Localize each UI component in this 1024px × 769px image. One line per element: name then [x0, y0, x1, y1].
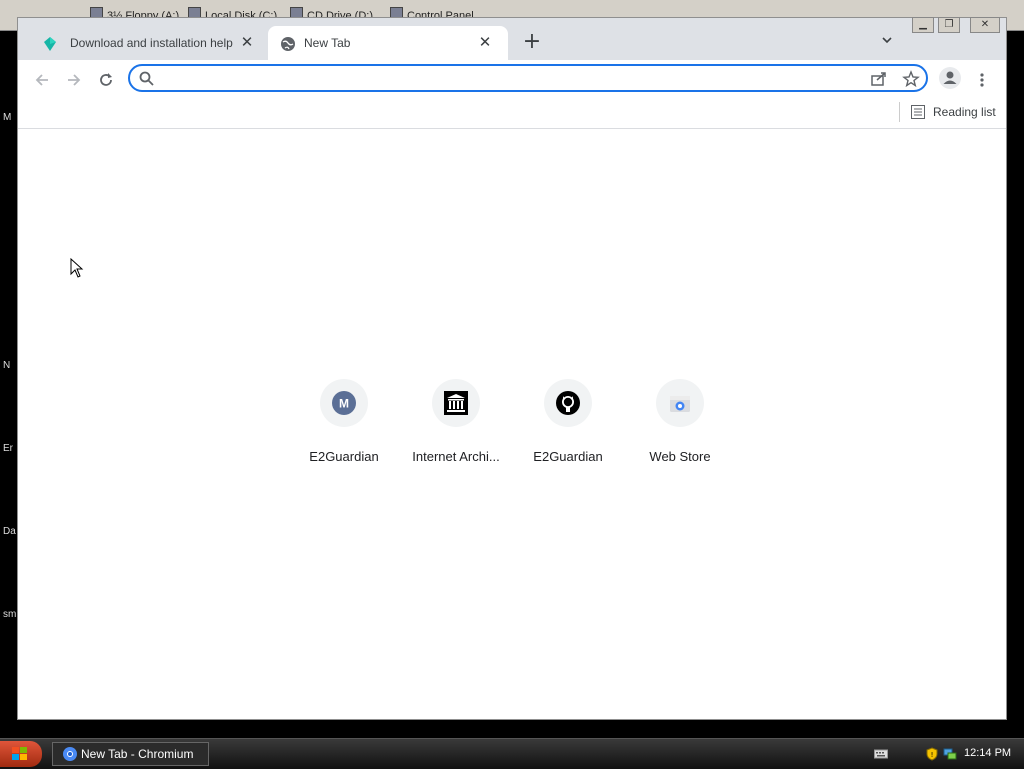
profile-button[interactable]	[937, 66, 963, 92]
tab-new-tab[interactable]: New Tab ✕	[268, 26, 508, 60]
tab-strip: Download and installation help ✕ New Tab…	[18, 17, 1006, 60]
svg-text:M: M	[339, 397, 349, 411]
svg-text:!: !	[931, 751, 934, 759]
back-arrow-icon	[35, 74, 48, 86]
shortcut-tile[interactable]: M E2Guardian	[288, 379, 400, 479]
shortcut-icon-circle	[656, 379, 704, 427]
share-icon[interactable]	[870, 70, 888, 88]
bookmark-star-icon[interactable]	[902, 70, 920, 88]
chromium-icon	[63, 747, 77, 761]
tab-favicon-icon	[44, 37, 56, 51]
network-icon[interactable]	[943, 747, 957, 761]
toolbar	[18, 60, 1006, 98]
keyboard-icon[interactable]	[874, 747, 888, 761]
new-tab-page: M E2Guardian Internet Archi... E2Guardia…	[18, 129, 1006, 719]
shortcut-label: E2Guardian	[309, 449, 379, 464]
reload-button[interactable]	[93, 67, 119, 93]
shortcut-tile[interactable]: Web Store	[624, 379, 736, 479]
m-letter-icon: M	[332, 391, 356, 415]
taskbar: New Tab - Chromium ! 12:14 PM	[0, 738, 1024, 769]
browser-window: Download and installation help ✕ New Tab…	[17, 17, 1007, 720]
new-tab-button[interactable]: +	[520, 31, 544, 55]
shortcut-label: Web Store	[649, 449, 711, 464]
desktop-label[interactable]: Er	[3, 443, 13, 454]
bookmarks-bar: Reading list	[18, 98, 1006, 129]
shortcut-label: Internet Archi...	[412, 449, 500, 464]
archive-icon	[444, 391, 468, 415]
webstore-icon	[670, 396, 690, 412]
forward-arrow-icon	[68, 74, 81, 86]
globe-icon	[281, 37, 295, 51]
reading-list-label: Reading list	[933, 105, 996, 119]
system-clock[interactable]: 12:14 PM	[964, 747, 1011, 759]
close-tab-icon[interactable]: ✕	[474, 32, 496, 54]
close-tab-icon[interactable]: ✕	[236, 32, 258, 54]
avatar-icon	[939, 67, 961, 89]
taskbar-window-label: New Tab - Chromium	[81, 747, 194, 761]
forward-button[interactable]	[61, 67, 87, 93]
shortcut-tile[interactable]: Internet Archi...	[400, 379, 512, 479]
maximize-button[interactable]: ❐	[938, 17, 960, 33]
tab-download-help[interactable]: Download and installation help ✕	[24, 26, 270, 60]
github-icon	[556, 391, 580, 415]
windows-logo-icon	[12, 747, 27, 760]
reload-icon	[100, 73, 112, 86]
minimize-button[interactable]: ▁	[912, 17, 934, 33]
kebab-menu-icon	[980, 73, 984, 87]
mouse-cursor-icon	[70, 258, 84, 278]
reading-list-icon	[911, 105, 925, 119]
close-window-button[interactable]: ✕	[970, 17, 1000, 33]
omnibox[interactable]	[128, 64, 928, 92]
tab-title: Download and installation help	[70, 36, 233, 50]
start-button[interactable]	[0, 741, 42, 767]
address-input[interactable]	[162, 68, 856, 90]
desktop-label[interactable]: M	[3, 112, 11, 123]
shortcut-label: E2Guardian	[533, 449, 603, 464]
shortcut-icon-circle: M	[320, 379, 368, 427]
desktop-label[interactable]: N	[3, 360, 10, 371]
tab-search-chevron-icon[interactable]	[878, 34, 896, 52]
divider	[899, 102, 900, 122]
tab-title: New Tab	[304, 36, 351, 50]
back-button[interactable]	[29, 67, 55, 93]
shortcut-tile[interactable]: E2Guardian	[512, 379, 624, 479]
shortcut-icon-circle	[432, 379, 480, 427]
security-shield-icon[interactable]: !	[925, 747, 939, 761]
search-icon	[139, 71, 154, 86]
taskbar-window-button[interactable]: New Tab - Chromium	[52, 742, 209, 766]
menu-button[interactable]	[969, 67, 995, 93]
desktop-label[interactable]: sm	[3, 609, 16, 620]
desktop-label[interactable]: Da	[3, 526, 16, 537]
shortcut-icon-circle	[544, 379, 592, 427]
